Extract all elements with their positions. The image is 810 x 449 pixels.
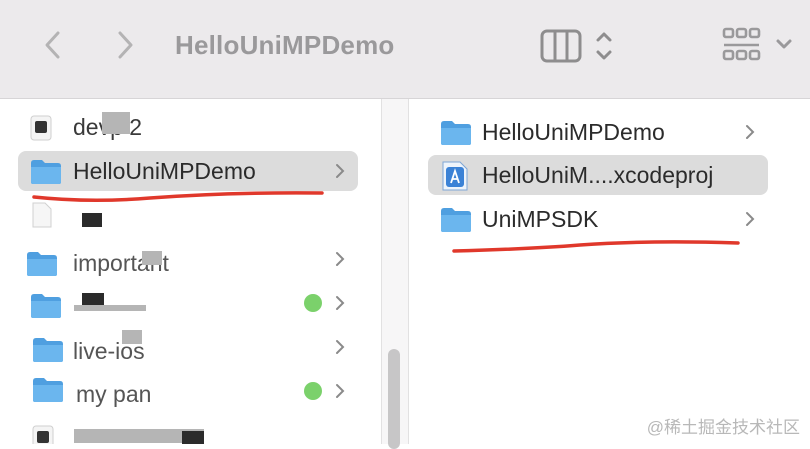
green-tag-icon: [304, 294, 322, 312]
list-item-label: UniMPSDK: [482, 206, 599, 232]
app-icon: [30, 115, 52, 141]
list-item[interactable]: important: [18, 239, 358, 279]
chevron-right-icon: [336, 252, 345, 266]
forward-button[interactable]: [110, 28, 140, 62]
folder-icon: [441, 121, 471, 145]
list-item-selected[interactable]: HelloUniMPDemo: [18, 151, 358, 191]
chevron-right-icon: [336, 340, 345, 354]
folder-icon: [33, 378, 63, 402]
app-icon: [32, 425, 54, 444]
chevron-right-icon: [336, 384, 345, 398]
folder-icon: [33, 338, 63, 362]
list-item-selected[interactable]: HelloUniM....xcodeproj: [428, 155, 768, 195]
folder-icon: [31, 294, 61, 318]
list-item-label: HelloUniMPDemo: [482, 119, 665, 145]
finder-column-2: HelloUniMPDemo HelloUniM....xcodeproj Un…: [410, 99, 810, 444]
green-tag-icon: [304, 382, 322, 400]
watermark: @稀土掘金技术社区: [646, 418, 800, 437]
chevron-down-icon: [776, 39, 792, 49]
column-view-button[interactable]: [540, 26, 620, 66]
toolbar: HelloUniMPDemo: [0, 0, 810, 99]
chevron-right-icon: [118, 31, 133, 59]
list-item[interactable]: [18, 283, 358, 323]
list-item[interactable]: [18, 417, 358, 444]
list-item[interactable]: devp 2: [18, 107, 358, 147]
folder-icon: [441, 208, 471, 232]
chevron-right-icon: [746, 125, 755, 139]
redaction: [122, 330, 142, 344]
list-item-label: HelloUniM....xcodeproj: [482, 162, 714, 188]
redaction: [182, 431, 204, 444]
back-button[interactable]: [38, 28, 68, 62]
column-divider[interactable]: [381, 99, 409, 449]
group-view-button[interactable]: [720, 26, 800, 66]
folder-icon: [31, 160, 61, 184]
redaction: [74, 305, 146, 311]
list-item[interactable]: HelloUniMPDemo: [428, 112, 768, 152]
chevron-updown-icon: [596, 32, 612, 60]
chevron-right-icon: [746, 212, 755, 226]
list-item[interactable]: UniMPSDK: [428, 199, 768, 239]
list-item[interactable]: live-ios: [18, 327, 358, 367]
grid-icon: [722, 27, 761, 61]
scrollbar-thumb[interactable]: [388, 349, 400, 449]
list-item[interactable]: [18, 195, 358, 235]
list-item-label: HelloUniMPDemo: [73, 158, 256, 184]
columns-icon: [540, 29, 582, 63]
chevron-right-icon: [336, 296, 345, 310]
redaction: [82, 213, 102, 227]
redaction: [102, 112, 130, 134]
xcodeproj-icon: [442, 161, 468, 191]
folder-icon: [27, 252, 57, 276]
redaction: [142, 251, 162, 265]
list-item[interactable]: my pan: [18, 371, 358, 411]
chevron-left-icon: [45, 31, 60, 59]
chevron-right-icon: [336, 164, 345, 178]
list-item-label: my pan: [76, 381, 152, 407]
finder-column-1: devp 2 HelloUniMPDemo important live-ios…: [0, 99, 381, 444]
window-title: HelloUniMPDemo: [175, 30, 395, 60]
file-icon: [32, 202, 52, 228]
